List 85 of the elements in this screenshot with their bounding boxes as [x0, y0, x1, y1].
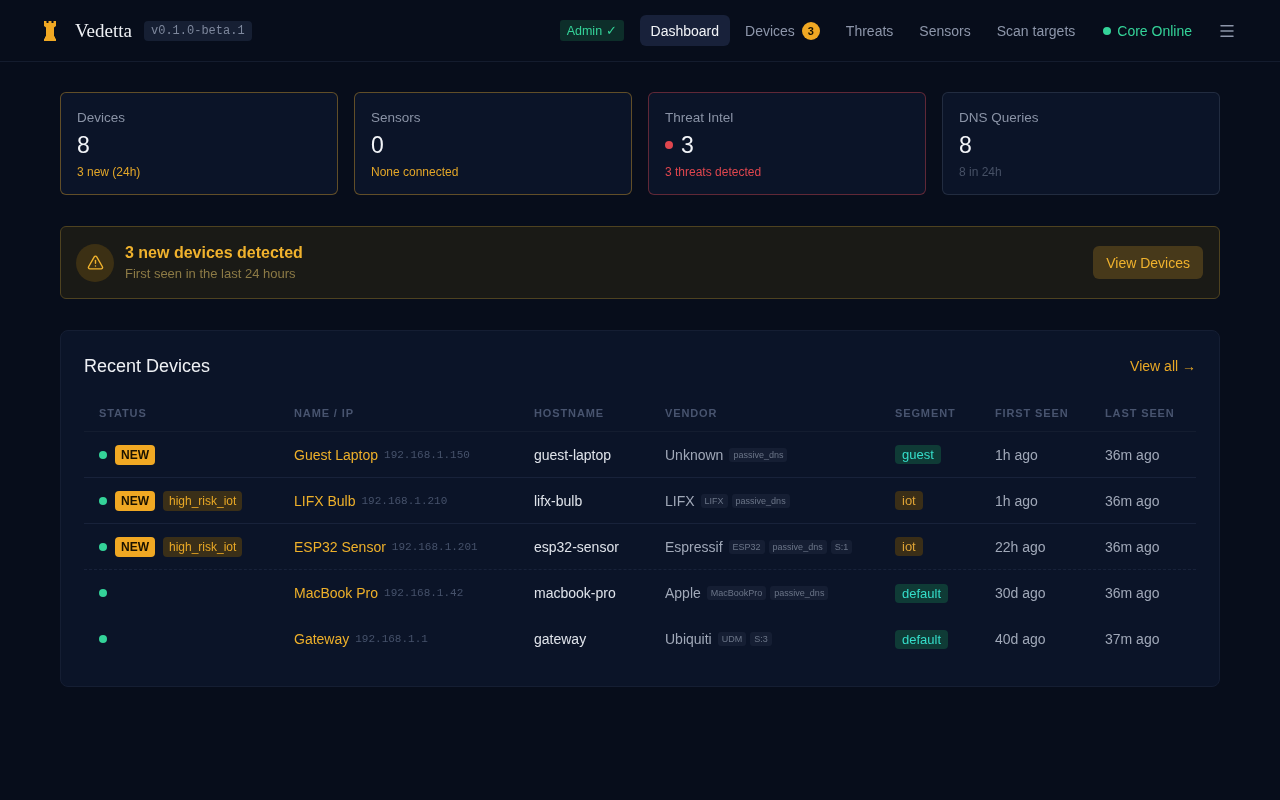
ip-address: 192.168.1.201: [391, 540, 478, 553]
column-header: LAST SEEN: [1104, 407, 1176, 419]
nav-tab[interactable]: Scan targets: [985, 15, 1087, 46]
device-name: Gateway: [294, 631, 350, 647]
segment-tag: iot: [895, 537, 923, 556]
stat-value: 8: [77, 131, 90, 159]
view-all-link[interactable]: View all →: [1130, 358, 1196, 374]
segment-tag: default: [895, 629, 949, 649]
last-seen-text: 36m ago: [1105, 446, 1160, 463]
vendor-tag: passive_dns: [770, 586, 829, 600]
hostname-text: macbook-pro: [534, 585, 616, 601]
column-header: HOSTNAME: [533, 407, 605, 419]
ip-address: 192.168.1.150: [384, 448, 470, 461]
stat-label: Threat Intel: [665, 109, 734, 127]
last-seen-text: 36m ago: [1105, 585, 1160, 601]
hostname-text: gateway: [534, 631, 587, 647]
hostname-text: lifx-bulb: [534, 492, 583, 509]
role-tag: Admin ✓: [559, 20, 624, 41]
segment-tag: guest: [895, 445, 941, 464]
vendor-tag: passive_dns: [731, 493, 790, 508]
vendor-tag: LIFX: [700, 493, 728, 508]
core-status-text: Core Online: [1117, 22, 1192, 39]
nav-tab[interactable]: Threats: [834, 15, 905, 46]
stat-value: 8: [959, 131, 972, 159]
view-devices-button[interactable]: View Devices: [1093, 246, 1203, 279]
vendor-name: Espressif: [665, 538, 723, 555]
vendor-tag: passive_dns: [768, 539, 827, 554]
count-badge: 3: [801, 21, 820, 40]
first-seen-text: 22h ago: [995, 538, 1046, 555]
panel-title: Recent Devices: [84, 355, 211, 377]
alert-title: 3 new devices detected: [125, 243, 303, 263]
ip-address: 192.168.1.210: [361, 494, 448, 507]
new-badge: NEW: [115, 444, 155, 465]
stat-note: None connected: [371, 164, 459, 180]
first-seen-text: 1h ago: [995, 492, 1038, 509]
device-name: LIFX Bulb: [294, 492, 356, 509]
rook-logo-icon: [44, 20, 56, 41]
nav-tab[interactable]: Devices 3: [734, 15, 831, 46]
hostname-text: guest-laptop: [534, 446, 612, 463]
stat-value: 3: [681, 131, 694, 159]
warning-icon: [76, 243, 114, 282]
last-seen-text: 36m ago: [1105, 492, 1160, 509]
device-name: Guest Laptop: [294, 446, 379, 463]
device-name: MacBook Pro: [294, 585, 379, 601]
first-seen-text: 40d ago: [995, 631, 1046, 647]
segment-tag: iot: [895, 491, 923, 510]
last-seen-text: 37m ago: [1105, 631, 1160, 647]
first-seen-text: 30d ago: [995, 585, 1046, 601]
risk-tag: high_risk_iot: [163, 536, 243, 557]
column-header: STATUS: [98, 407, 148, 419]
column-header: VENDOR: [664, 407, 719, 419]
new-badge: NEW: [115, 536, 155, 557]
stat-label: Devices: [77, 109, 125, 127]
vendor-name: LIFX: [665, 492, 695, 509]
hostname-text: esp32-sensor: [534, 538, 619, 555]
nav-tab[interactable]: Sensors: [908, 15, 982, 46]
column-header: SEGMENT: [894, 407, 957, 419]
ip-address: 192.168.1.1: [355, 633, 428, 645]
brand-name: Vedetta: [75, 19, 132, 42]
vendor-tag: S:1: [830, 539, 853, 554]
vendor-tag: passive_dns: [729, 447, 788, 462]
risk-tag: high_risk_iot: [163, 490, 243, 511]
stat-label: DNS Queries: [959, 109, 1039, 127]
first-seen-text: 1h ago: [995, 446, 1038, 463]
ip-address: 192.168.1.42: [384, 587, 464, 599]
new-badge: NEW: [115, 490, 155, 511]
stat-value: 0: [371, 131, 384, 159]
stat-label: Sensors: [371, 109, 421, 127]
vendor-tag: MacBookPro: [706, 586, 767, 600]
vendor-tag: S:3: [750, 632, 772, 646]
alert-subtitle: First seen in the last 24 hours: [125, 265, 296, 283]
vendor-name: Apple: [665, 585, 701, 601]
vendor-tag: ESP32: [728, 539, 765, 554]
segment-tag: default: [895, 583, 949, 603]
vendor-tag: UDM: [717, 632, 747, 646]
device-name: ESP32 Sensor: [294, 538, 386, 555]
last-seen-text: 36m ago: [1105, 538, 1160, 555]
stat-note: 3 threats detected: [665, 164, 762, 180]
vendor-name: Ubiquiti: [665, 631, 712, 647]
vendor-name: Unknown: [665, 446, 724, 463]
version-tag: v0.1.0-beta.1: [144, 20, 252, 41]
column-header: NAME / IP: [293, 407, 355, 419]
stat-note: 3 new (24h): [77, 164, 141, 180]
nav-tab[interactable]: Dashboard: [639, 15, 731, 46]
column-header: FIRST SEEN: [994, 407, 1070, 419]
